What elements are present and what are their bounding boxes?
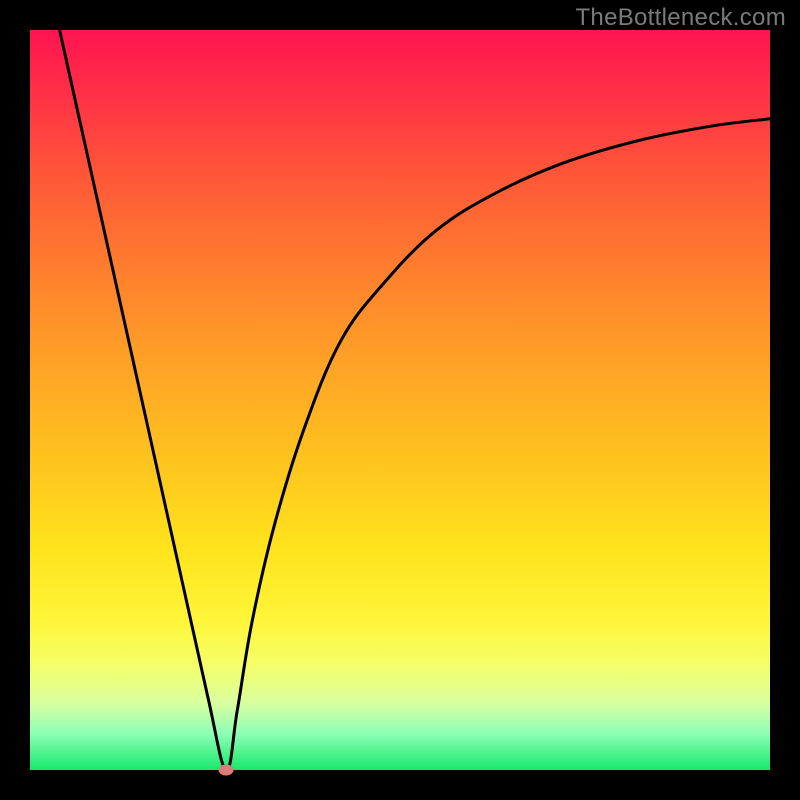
plot-area [30, 30, 770, 770]
curve-svg [30, 30, 770, 770]
chart-frame: TheBottleneck.com [0, 0, 800, 800]
bottleneck-curve [60, 30, 770, 770]
watermark-text: TheBottleneck.com [575, 4, 786, 32]
optimal-marker [219, 765, 234, 776]
